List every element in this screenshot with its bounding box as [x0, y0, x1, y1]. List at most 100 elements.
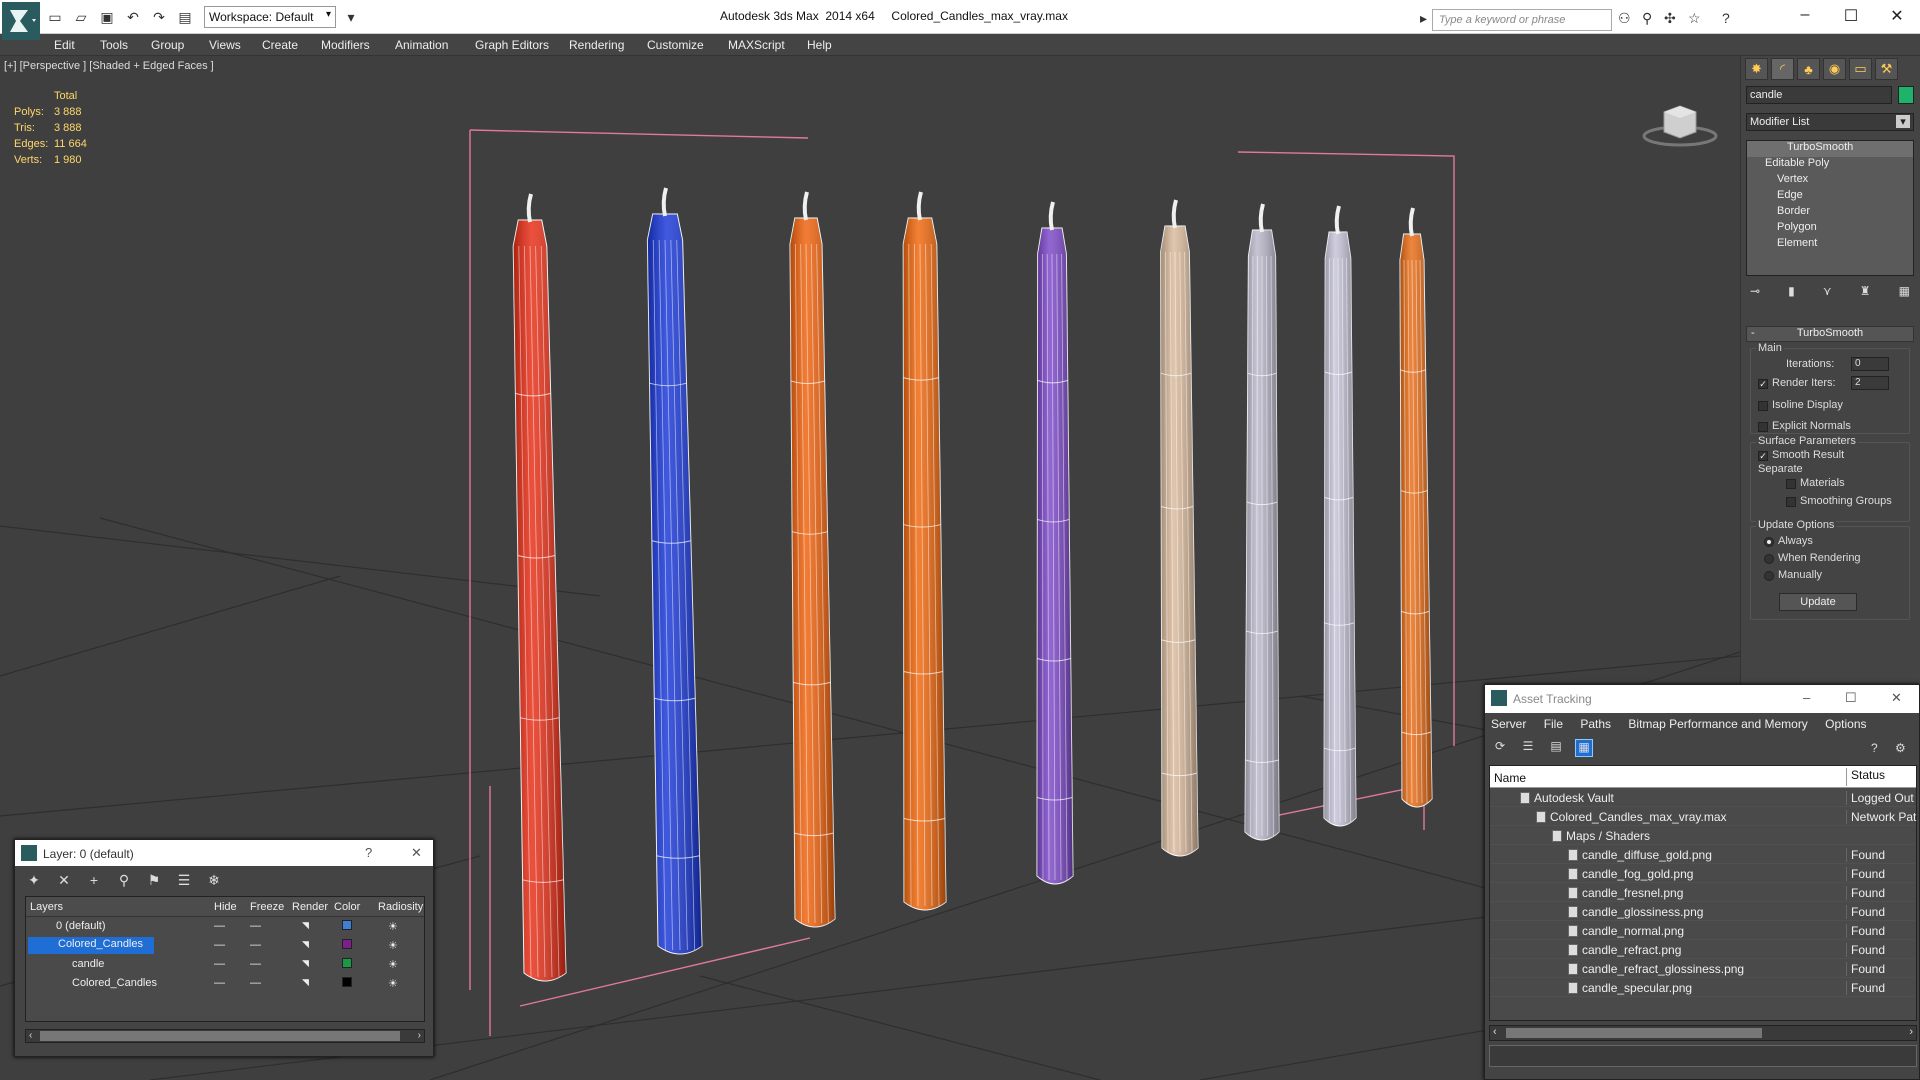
col-layers[interactable]: Layers [30, 901, 63, 913]
asset-row[interactable]: Autodesk Vault Logged Out [1490, 788, 1916, 807]
stack-item-border[interactable]: Border [1747, 205, 1913, 221]
menu-edit[interactable]: Edit [54, 38, 75, 52]
make-unique-icon[interactable]: ⋎ [1823, 284, 1832, 298]
layer-color-swatch[interactable] [342, 939, 352, 949]
hide-toggle[interactable]: — [214, 958, 225, 970]
asset-menu-bitmap[interactable]: Bitmap Performance and Memory [1628, 717, 1807, 731]
layer-color-swatch[interactable] [342, 920, 352, 930]
col-freeze[interactable]: Freeze [250, 901, 284, 913]
layer-name[interactable]: candle [72, 958, 104, 970]
menu-rendering[interactable]: Rendering [569, 38, 624, 52]
render-toggle-icon[interactable]: ◥ [302, 958, 309, 969]
freeze-toggle[interactable]: — [250, 958, 261, 970]
add-to-layer-icon[interactable]: + [85, 872, 103, 890]
render-toggle-icon[interactable]: ◥ [302, 939, 309, 950]
render-iters-spinner[interactable]: 2 [1851, 376, 1889, 390]
binoculars-icon[interactable]: ⚇ [1618, 10, 1631, 27]
viewcube-icon[interactable] [1640, 94, 1720, 154]
minimize-button[interactable]: – [1790, 6, 1820, 24]
render-iters-checkbox[interactable]: ✓ [1758, 379, 1768, 389]
select-in-layer-icon[interactable]: ⚲ [115, 872, 133, 890]
scroll-thumb[interactable] [1506, 1028, 1762, 1038]
hierarchy-tab-icon[interactable]: ♣ [1797, 58, 1820, 80]
expand-arrow-icon[interactable]: ▸ [1420, 10, 1427, 27]
freeze-toggle[interactable]: — [250, 939, 261, 951]
menu-create[interactable]: Create [262, 38, 298, 52]
candle-1[interactable] [512, 193, 567, 982]
col-render[interactable]: Render [292, 901, 328, 913]
menu-animation[interactable]: Animation [395, 38, 448, 52]
stack-item-edge[interactable]: Edge [1747, 189, 1913, 205]
close-icon[interactable]: ✕ [1891, 690, 1902, 706]
asset-menu-options[interactable]: Options [1825, 717, 1866, 731]
hide-toggle[interactable]: — [214, 977, 225, 989]
asset-horizontal-scrollbar[interactable]: ‹ › [1489, 1025, 1917, 1041]
stack-item-vertex[interactable]: Vertex [1747, 173, 1913, 189]
list-view-icon[interactable]: ☰ [1519, 739, 1537, 757]
menu-graph-editors[interactable]: Graph Editors [475, 38, 549, 52]
asset-window-titlebar[interactable]: Asset Tracking – ☐ ✕ [1485, 685, 1919, 713]
key-icon[interactable]: ⚲ [1642, 10, 1652, 27]
col-hide[interactable]: Hide [214, 901, 237, 913]
help-icon[interactable]: ? [1871, 741, 1878, 755]
asset-row[interactable]: candle_glossiness.png Found [1490, 902, 1916, 921]
layer-name[interactable]: Colored_Candles [72, 977, 157, 989]
utilities-tab-icon[interactable]: ⚒ [1875, 58, 1898, 80]
asset-menu-paths[interactable]: Paths [1580, 717, 1611, 731]
configure-sets-icon[interactable]: ▦ [1899, 284, 1910, 298]
delete-layer-icon[interactable]: ✕ [55, 872, 73, 890]
layer-color-swatch[interactable] [342, 958, 352, 968]
viewport-label[interactable]: [+] [Perspective ] [Shaded + Edged Faces… [4, 60, 214, 72]
layer-row[interactable]: Colored_Candles — — ◥ ☀ [26, 936, 424, 955]
modifier-stack[interactable]: TurboSmooth Editable Poly Vertex Edge Border… [1746, 140, 1914, 276]
radiosity-bulb-icon[interactable]: ☀ [388, 939, 400, 953]
candle-4[interactable] [902, 191, 947, 911]
close-button[interactable]: ✕ [1882, 6, 1912, 26]
asset-row[interactable]: candle_specular.png Found [1490, 978, 1916, 997]
scroll-right-icon[interactable]: › [418, 1030, 421, 1041]
asset-row[interactable]: candle_refract_glossiness.png Found [1490, 959, 1916, 978]
save-file-icon[interactable]: ▣ [96, 7, 118, 27]
object-name-field[interactable]: candle [1746, 86, 1892, 104]
show-end-result-icon[interactable]: ▮ [1788, 284, 1795, 298]
close-icon[interactable]: ✕ [411, 845, 422, 861]
stack-item-editable-poly[interactable]: Editable Poly [1747, 157, 1913, 173]
menu-help[interactable]: Help [807, 38, 832, 52]
redo-icon[interactable]: ↷ [148, 7, 170, 27]
object-color-swatch[interactable] [1898, 86, 1914, 104]
modify-tab-icon[interactable]: ◜ [1771, 58, 1794, 80]
turbosmooth-rollout-header[interactable]: - TurboSmooth [1746, 326, 1914, 342]
settings-icon[interactable]: ⚙ [1895, 741, 1906, 755]
search-input[interactable]: Type a keyword or phrase [1432, 9, 1612, 31]
new-file-icon[interactable]: ▭ [44, 7, 66, 27]
maximize-button[interactable]: ☐ [1845, 690, 1857, 706]
layer-row[interactable]: 0 (default) — — ◥ ☀ [26, 917, 424, 936]
asset-row[interactable]: candle_diffuse_gold.png Found [1490, 845, 1916, 864]
workspace-dropdown[interactable]: Workspace: Default [204, 6, 336, 28]
explicit-normals-checkbox[interactable] [1758, 422, 1768, 432]
layer-row[interactable]: candle — — ◥ ☀ [26, 955, 424, 974]
undo-icon[interactable]: ↶ [122, 7, 144, 27]
col-color[interactable]: Color [334, 901, 360, 913]
radiosity-bulb-icon[interactable]: ☀ [388, 920, 400, 934]
scroll-left-icon[interactable]: ‹ [29, 1030, 32, 1041]
materials-checkbox[interactable] [1786, 479, 1796, 489]
maximize-button[interactable]: ☐ [1836, 6, 1866, 26]
iterations-spinner[interactable]: 0 [1851, 357, 1889, 371]
candle-7[interactable] [1244, 203, 1280, 841]
asset-row[interactable]: Colored_Candles_max_vray.max Network Pat [1490, 807, 1916, 826]
candle-9[interactable] [1399, 207, 1433, 808]
scroll-thumb[interactable] [40, 1031, 400, 1041]
layer-window-titlebar[interactable]: Layer: 0 (default) ? ✕ [15, 840, 433, 866]
table-view-icon[interactable]: ▦ [1575, 739, 1593, 757]
menu-customize[interactable]: Customize [647, 38, 704, 52]
highlight-layer-icon[interactable]: ⚑ [145, 872, 163, 890]
asset-row[interactable]: candle_fresnel.png Found [1490, 883, 1916, 902]
hide-all-layers-icon[interactable]: ☰ [175, 872, 193, 890]
menu-views[interactable]: Views [209, 38, 241, 52]
stack-item-turbosmooth[interactable]: TurboSmooth [1747, 141, 1913, 157]
modifier-list-dropdown[interactable]: Modifier List [1746, 113, 1914, 131]
col-radiosity[interactable]: Radiosity [378, 901, 423, 913]
display-tab-icon[interactable]: ▭ [1849, 58, 1872, 80]
smooth-result-checkbox[interactable]: ✓ [1758, 451, 1768, 461]
